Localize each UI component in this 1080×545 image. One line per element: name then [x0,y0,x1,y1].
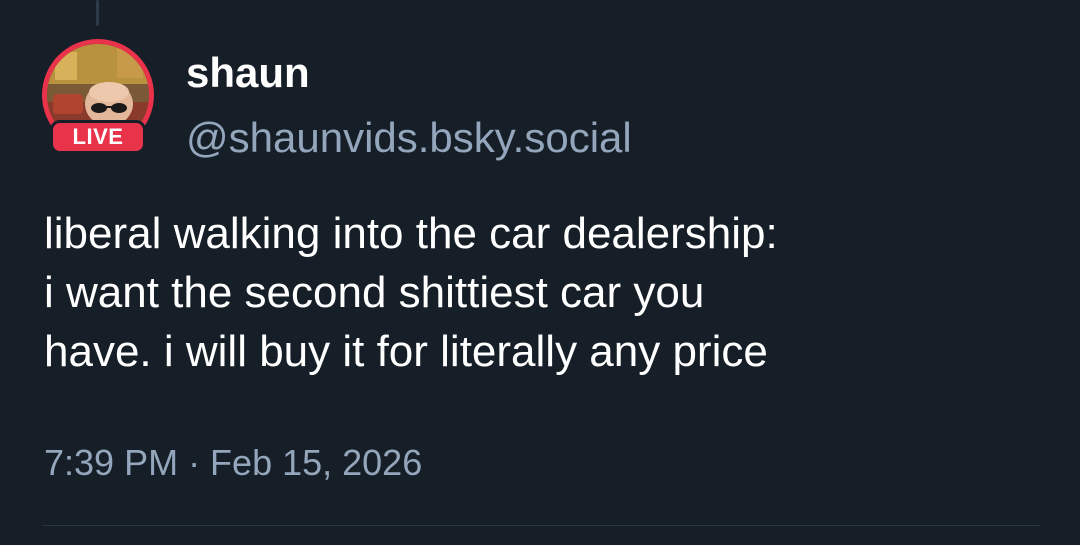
author-display-name[interactable]: shaun [186,49,310,97]
post-body-text: liberal walking into the car dealership:… [44,209,778,376]
thread-connector-line [96,0,99,26]
author-handle[interactable]: @shaunvids.bsky.social [186,114,632,162]
post-timestamp[interactable]: 7:39 PM · Feb 15, 2026 [44,440,422,486]
author-avatar[interactable]: LIVE [42,39,154,154]
live-badge: LIVE [50,120,146,154]
post-divider [42,525,1040,526]
